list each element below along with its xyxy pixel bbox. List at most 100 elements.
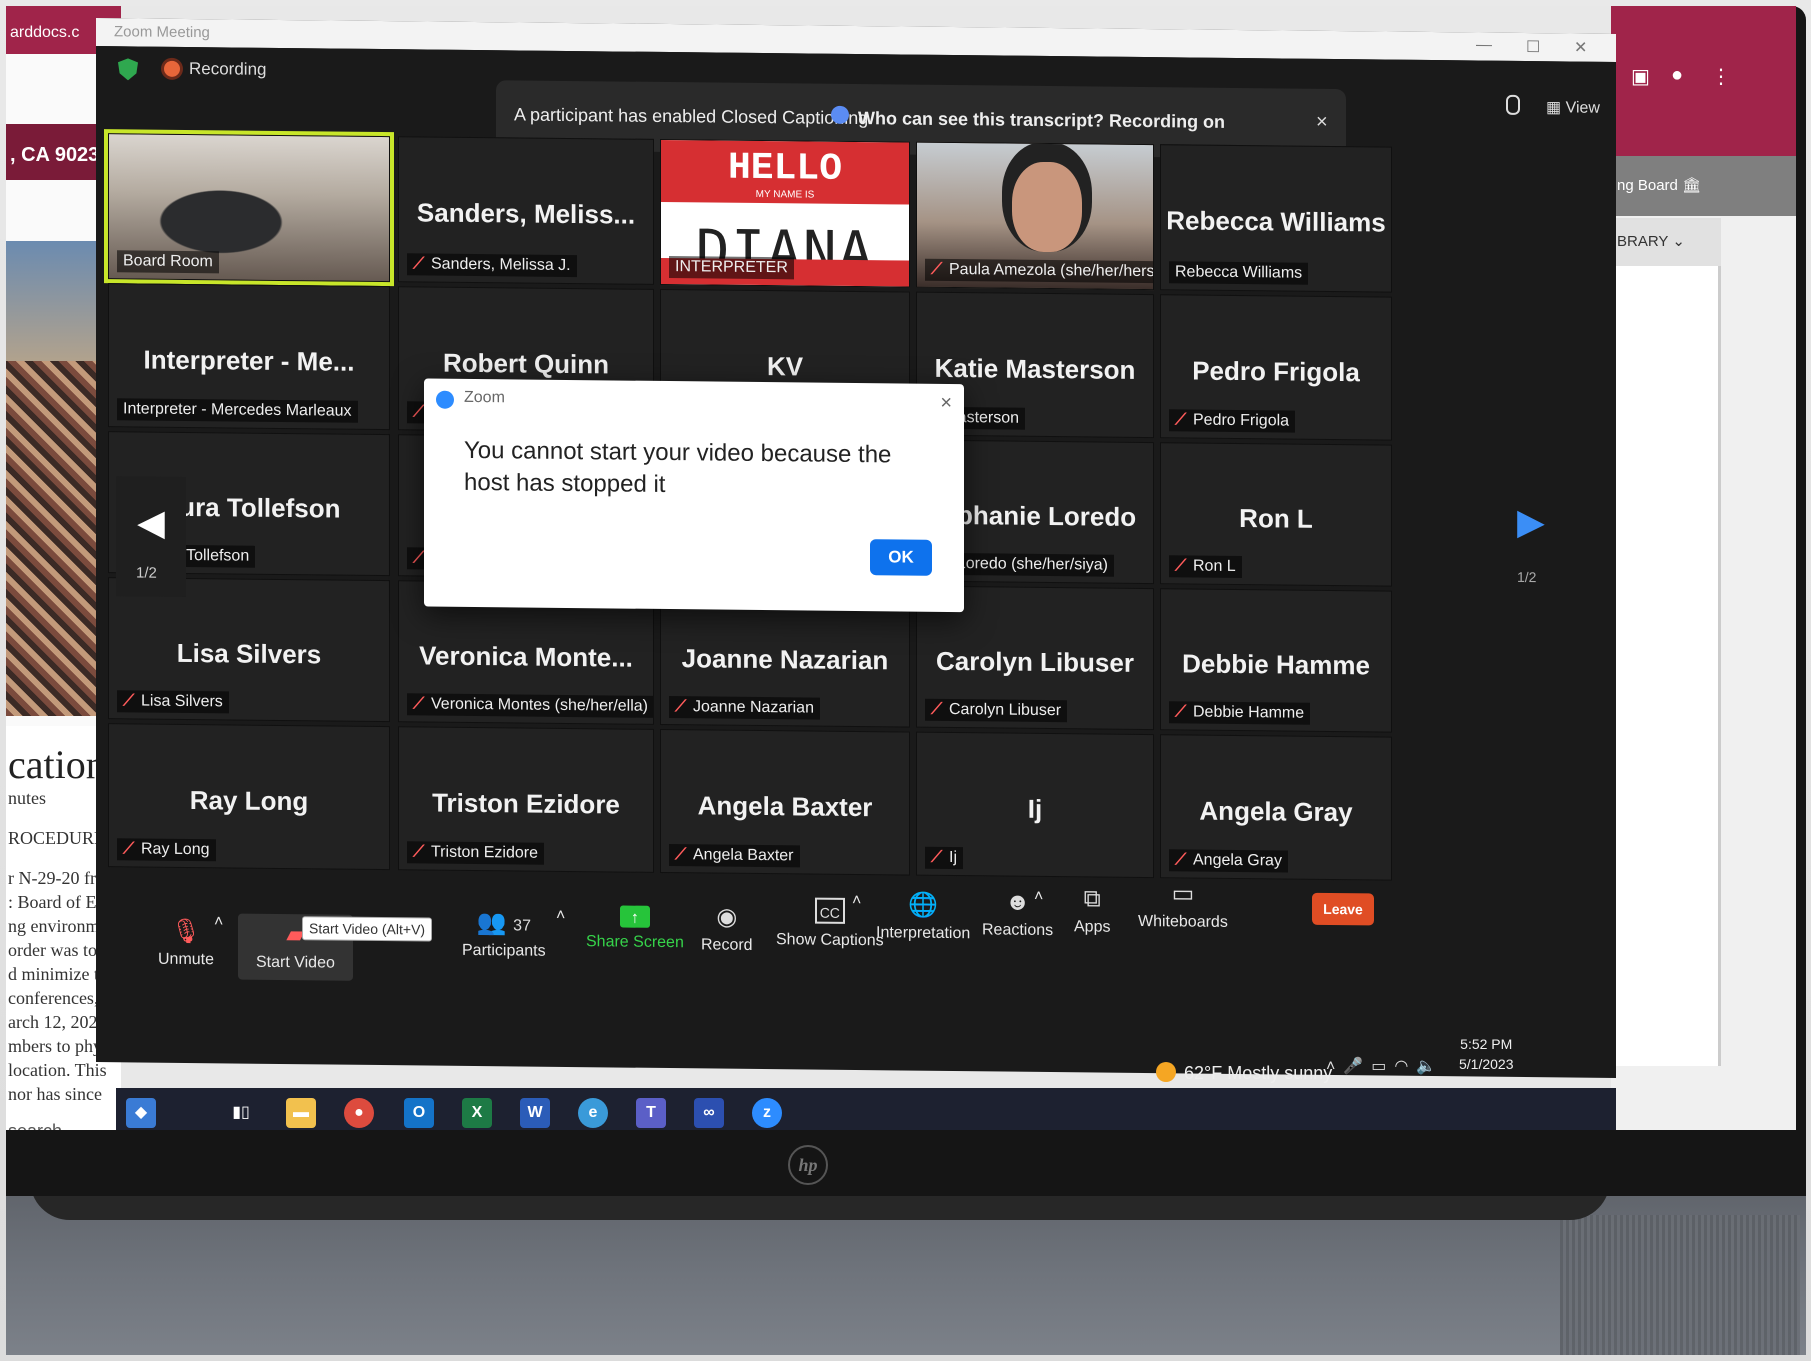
participants-icon: 👥 37: [476, 909, 531, 937]
participant-name-tag: ⟋ Veronica Montes (she/her/ella): [407, 693, 654, 718]
webex-icon[interactable]: ∞: [694, 1098, 724, 1128]
participant-tile[interactable]: Interpreter - Me... Interpreter - Mercede…: [108, 283, 390, 431]
participant-tile[interactable]: Rebecca Williams Rebecca Williams: [1160, 144, 1392, 293]
participant-display-name: Lisa Silvers: [176, 637, 322, 670]
prev-page-button[interactable]: ◀ 1/2: [116, 476, 186, 597]
participant-tile[interactable]: Ray Long ⟋ Ray Long: [108, 723, 390, 871]
participant-name-label: Paula Amezola (she/her/hers): [949, 260, 1154, 281]
participant-name-tag: ⟋ Pedro Frigola: [1169, 409, 1296, 433]
participant-tile[interactable]: Pedro Frigola ⟋ Pedro Frigola: [1160, 294, 1392, 441]
chevron-up-icon: ˄: [556, 906, 566, 924]
participant-tile[interactable]: Angela Gray ⟋ Angela Gray: [1160, 734, 1392, 881]
edge-icon[interactable]: e: [578, 1098, 608, 1128]
participant-name-label: INTERPRETER: [675, 258, 788, 277]
ok-button[interactable]: OK: [870, 539, 932, 576]
library-tab-label: BRARY: [1617, 233, 1669, 250]
close-icon[interactable]: ✕: [1574, 38, 1587, 58]
audio-options-chevron[interactable]: ˄: [214, 913, 223, 931]
dialog-message: You cannot start your video because the …: [464, 436, 892, 499]
record-label: Record: [701, 936, 753, 954]
share-screen-label: Share Screen: [586, 933, 684, 952]
whiteboards-button[interactable]: ▭ Whiteboards: [1138, 880, 1228, 932]
system-tray[interactable]: ˄🎤▭◠🔈: [1326, 1056, 1444, 1076]
apps-icon: ⧉: [1083, 885, 1101, 913]
close-icon[interactable]: ×: [940, 392, 952, 415]
interpretation-button[interactable]: 🌐 Interpretation: [876, 892, 970, 943]
participant-name-label: Ron L: [1193, 557, 1236, 575]
grid-icon: ▦: [1546, 99, 1566, 117]
participant-name-label: Joanne Nazarian: [693, 698, 814, 717]
weather-widget[interactable]: 62°F Mostly sunny: [1156, 1062, 1332, 1084]
participant-display-name: Sanders, Meliss...: [416, 197, 636, 231]
share-screen-button[interactable]: ↑ Share Screen: [586, 905, 684, 952]
word-icon[interactable]: W: [520, 1098, 550, 1128]
participant-display-name: Ray Long: [189, 784, 309, 816]
participant-display-name: Veronica Monte...: [419, 640, 633, 673]
more-menu-icon[interactable]: ⋮: [1711, 64, 1731, 89]
profile-avatar[interactable]: ●: [1671, 64, 1683, 87]
participant-name-label: Pedro Frigola: [1193, 411, 1290, 430]
file-explorer-icon[interactable]: ▬: [286, 1098, 316, 1128]
participant-tile[interactable]: Debbie Hamme ⟋ Debbie Hamme: [1160, 588, 1392, 733]
transcript-link[interactable]: Who can see this transcript? Recording o…: [858, 108, 1225, 133]
mic-muted-icon: ⟋: [123, 692, 135, 710]
participant-name-tag: ⟋ Triston Ezidore: [407, 841, 544, 865]
excel-icon[interactable]: X: [462, 1098, 492, 1128]
shield-icon[interactable]: [118, 58, 138, 80]
doc-line: location. This: [8, 1060, 107, 1080]
participant-name-label: Carolyn Libuser: [949, 700, 1062, 720]
captions-chevron[interactable]: ˄: [852, 892, 861, 910]
participant-name-tag: ⟋ Sanders, Melissa J.: [407, 253, 577, 278]
participant-tile[interactable]: Board Room: [104, 129, 394, 287]
mic-muted-icon: ⟋: [1175, 703, 1187, 721]
taskbar-search[interactable]: search: [8, 1121, 62, 1130]
chevron-up-icon: ˄: [852, 891, 862, 910]
participant-display-name: Angela Baxter: [697, 789, 873, 822]
chevron-right-icon: ▶: [1517, 500, 1545, 543]
participant-tile[interactable]: HELLO MY NAME IS DIANA INTERPRETER: [660, 138, 910, 288]
microphone-icon: 🎤: [1343, 1058, 1372, 1075]
apps-button[interactable]: ⧉ Apps: [1074, 885, 1110, 936]
mic-muted-icon: ⟋: [931, 700, 943, 718]
sun-icon: [1156, 1062, 1176, 1082]
participants-button[interactable]: 👥 37 Participants: [462, 909, 546, 961]
mic-muted-icon: ⟋: [413, 843, 425, 861]
reactions-chevron[interactable]: ˄: [1034, 888, 1043, 906]
outlook-icon[interactable]: O: [404, 1098, 434, 1128]
minimize-icon[interactable]: —: [1476, 36, 1492, 54]
backpack-icon[interactable]: ◆: [126, 1098, 156, 1128]
chrome-icon[interactable]: ●: [344, 1098, 374, 1128]
browser-right-tab[interactable]: ng Board 🏛: [1611, 156, 1796, 216]
bank-icon: 🏛: [1682, 177, 1702, 194]
participant-tile[interactable]: Sanders, Meliss... ⟋ Sanders, Melissa J.: [398, 136, 654, 285]
task-view-icon[interactable]: ▮▯: [226, 1098, 256, 1128]
unmute-button[interactable]: 🎙 Unmute: [158, 918, 214, 970]
teams-icon[interactable]: T: [636, 1098, 666, 1128]
participant-tile[interactable]: Angela Baxter ⟋ Angela Baxter: [660, 728, 910, 876]
show-captions-button[interactable]: CC Show Captions: [776, 897, 884, 950]
leave-button[interactable]: Leave: [1312, 892, 1374, 926]
mic-muted-icon: ⟋: [675, 698, 687, 716]
next-page-button[interactable]: ▶ 1/2: [1511, 491, 1551, 591]
sidebar-toggle-icon[interactable]: ▣: [1631, 64, 1650, 89]
browser-library-tab[interactable]: BRARY ⌄: [1611, 218, 1721, 266]
system-clock[interactable]: 5:52 PM 5/1/2023: [1459, 1034, 1514, 1074]
participant-tile[interactable]: Lisa Silvers ⟋ Lisa Silvers: [108, 577, 390, 723]
participant-name-label: Sanders, Melissa J.: [431, 255, 571, 275]
maximize-icon[interactable]: ☐: [1526, 37, 1540, 57]
participant-tile[interactable]: ⟋ Paula Amezola (she/her/hers): [916, 141, 1154, 291]
participant-name-label: Ray Long: [141, 840, 210, 859]
participant-tile[interactable]: Ron L ⟋ Ron L: [1160, 442, 1392, 587]
clock-date: 5/1/2023: [1459, 1056, 1514, 1072]
participant-tile[interactable]: Ij ⟋ Ij: [916, 731, 1154, 879]
record-button[interactable]: ◉ Record: [701, 904, 753, 955]
close-icon[interactable]: ×: [1316, 111, 1328, 134]
participant-name-tag: ⟋ Ij: [925, 846, 963, 870]
zoom-taskbar-icon[interactable]: z: [752, 1098, 782, 1128]
participant-display-name: Katie Masterson: [934, 352, 1136, 385]
view-button[interactable]: ▦ View: [1546, 97, 1600, 118]
participants-chevron[interactable]: ˄: [556, 907, 565, 925]
participant-name-tag: ⟋ Debbie Hamme: [1169, 701, 1311, 725]
participant-tile[interactable]: Triston Ezidore ⟋ Triston Ezidore: [398, 726, 654, 873]
lock-icon[interactable]: [1506, 94, 1520, 115]
